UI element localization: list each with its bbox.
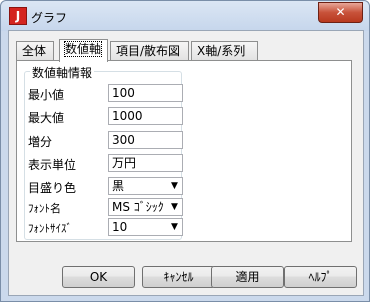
font-size-select[interactable]: 10 ▼ — [108, 218, 183, 236]
display-unit-input[interactable]: 万円 — [108, 154, 183, 172]
chart-dialog-window: J グラフ ✕ 全体 数値軸 項目/散布図 X軸/系列 数値軸情報 最小値 10… — [0, 0, 370, 302]
tab-x-axis-series-label: X軸/系列 — [197, 44, 246, 58]
dialog-client-area: 全体 数値軸 項目/散布図 X軸/系列 数値軸情報 最小値 100 最大値 10… — [8, 30, 364, 296]
max-value-label: 最大値 — [28, 111, 65, 125]
chevron-down-icon[interactable]: ▼ — [167, 219, 182, 235]
step-label: 増分 — [28, 135, 53, 149]
tab-x-axis-series[interactable]: X軸/系列 — [191, 41, 258, 60]
app-icon: J — [9, 7, 27, 25]
close-icon: ✕ — [335, 5, 346, 19]
font-size-label: ﾌｫﾝﾄｻｲｽﾞ — [28, 222, 72, 235]
min-value-label: 最小値 — [28, 88, 65, 102]
cancel-button[interactable]: ｷｬﾝｾﾙ — [142, 266, 215, 288]
window-title: グラフ — [31, 11, 68, 25]
group-title: 数値軸情報 — [30, 64, 95, 81]
chevron-down-icon[interactable]: ▼ — [167, 178, 182, 194]
tab-category-scatter-label: 項目/散布図 — [116, 44, 181, 58]
font-name-label: ﾌｫﾝﾄ名 — [28, 202, 61, 215]
min-value-input[interactable]: 100 — [108, 84, 183, 102]
apply-button[interactable]: 適用 — [211, 266, 284, 288]
close-button[interactable]: ✕ — [318, 2, 363, 23]
tab-category-scatter[interactable]: 項目/散布図 — [110, 41, 189, 60]
tab-general-label: 全体 — [22, 44, 47, 58]
display-unit-label: 表示単位 — [28, 158, 77, 172]
help-button[interactable]: ﾍﾙﾌﾟ — [284, 266, 357, 288]
step-input[interactable]: 300 — [108, 131, 183, 149]
tab-value-axis-label: 数値軸 — [63, 41, 103, 57]
chevron-down-icon[interactable]: ▼ — [167, 199, 182, 215]
tick-color-select[interactable]: 黒 ▼ — [108, 177, 183, 195]
tick-color-label: 目盛り色 — [28, 181, 77, 195]
title-bar[interactable]: J グラフ ✕ — [1, 1, 369, 31]
max-value-input[interactable]: 1000 — [108, 107, 183, 125]
font-size-value: 10 — [112, 220, 128, 234]
value-axis-info-group: 数値軸情報 最小値 100 最大値 1000 増分 300 表示単位 万円 目盛… — [24, 64, 183, 240]
font-name-value: MS ｺﾞｼｯｸ — [112, 200, 164, 214]
tab-panel-value-axis: 数値軸情報 最小値 100 最大値 1000 増分 300 表示単位 万円 目盛… — [16, 60, 352, 242]
ok-button[interactable]: OK — [62, 266, 135, 288]
tick-color-value: 黒 — [112, 179, 125, 193]
tab-value-axis[interactable]: 数値軸 — [59, 39, 108, 62]
tab-general[interactable]: 全体 — [16, 41, 54, 60]
font-name-select[interactable]: MS ｺﾞｼｯｸ ▼ — [108, 198, 183, 216]
